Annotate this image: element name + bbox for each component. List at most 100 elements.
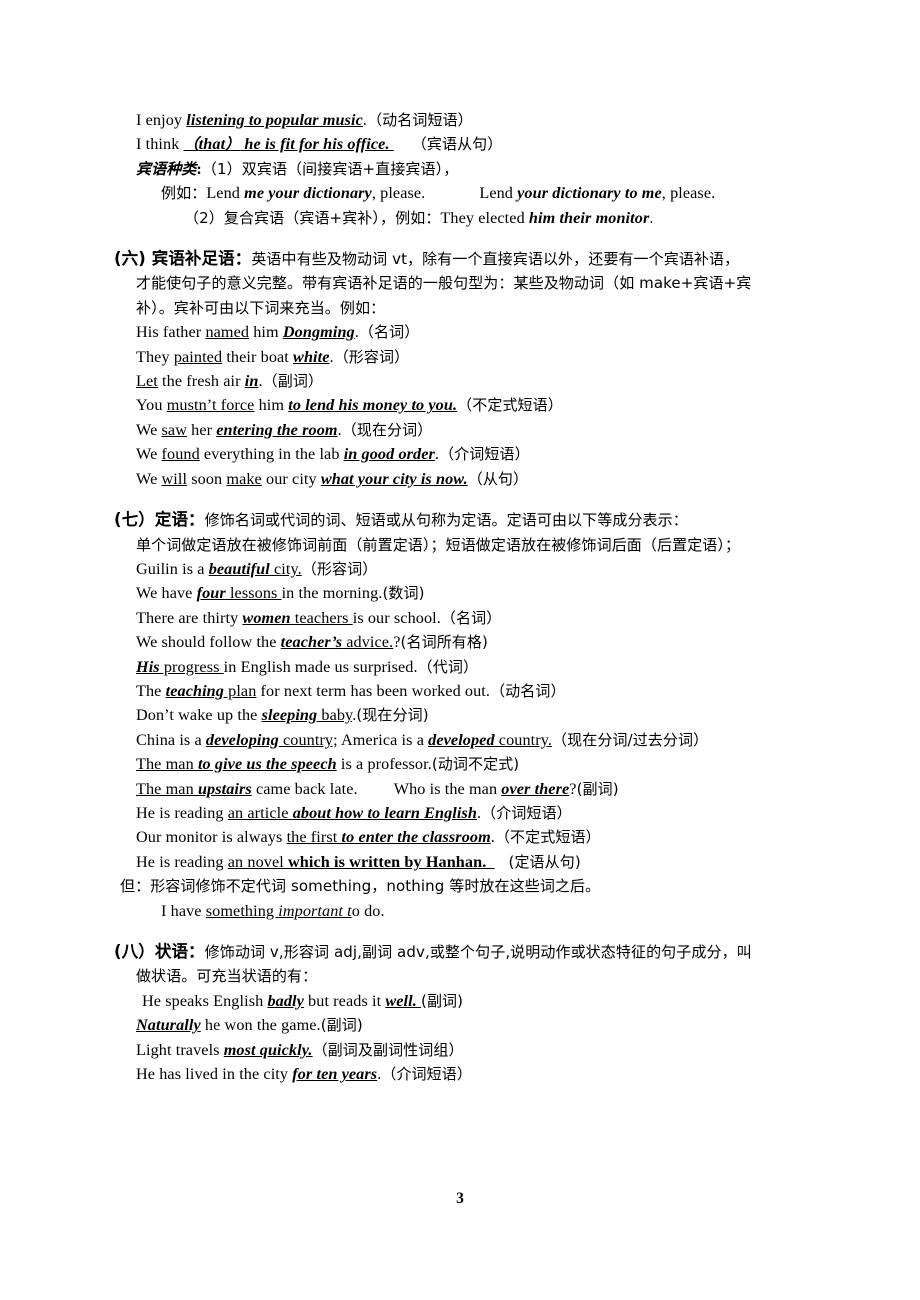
example-line-clause-complement: We will soon make our city what your cit…: [136, 467, 812, 491]
example-emphasis: teaching: [165, 681, 224, 700]
example-note: （现在分词）: [341, 420, 433, 439]
example-emphasis: about how to learn English: [292, 803, 478, 822]
example-note: (副词): [576, 779, 619, 798]
example-emphasis: most quickly.: [223, 1040, 313, 1059]
example-emphasis: in good order: [343, 445, 435, 464]
example-emphasis-1: badly: [267, 991, 304, 1010]
example-prefix: We: [136, 420, 162, 439]
object-types-label: 宾语种类: [136, 159, 197, 178]
example-mid: him: [249, 323, 283, 342]
object-types-example-line: 例如：Lend me your dictionary, please. Lend …: [161, 181, 812, 205]
example-prefix: They elected: [440, 208, 529, 227]
section-seven: (七）定语：修饰名词或代词的词、短语或从句称为定语。定语可由以下等成分表示： 单…: [112, 508, 812, 923]
example-emphasis: in: [244, 372, 259, 391]
example-prefix-1: Lend: [206, 184, 245, 203]
section-seven-note-example-row: I have something important to do.: [161, 899, 812, 923]
example-prefix: China is a: [136, 730, 206, 749]
example-prefix: His father: [136, 323, 206, 342]
example-verb-underline: Let: [136, 372, 158, 391]
example-mid: their boat: [222, 347, 294, 366]
object-types-compound-line: （2）复合宾语（宾语+宾补），例如：They elected him their…: [184, 206, 812, 230]
example-suffix: .: [649, 208, 654, 227]
example-prefix: We should follow the: [136, 633, 281, 652]
example-suffix-1: , please.: [371, 184, 426, 203]
section-seven-body-line-2: 单个词做定语放在被修饰词前面（前置定语）；短语做定语放在被修饰词后面（后置定语）…: [136, 535, 741, 554]
example-note: （副词及副词性词组）: [312, 1040, 464, 1059]
example-suffix: ?: [569, 779, 577, 798]
example-line-adverb-adverbial-1: He speaks English badly but reads it wel…: [142, 989, 812, 1013]
example-emphasis: what your city is now.: [320, 469, 468, 488]
example-emphasis: to enter the classroom: [341, 828, 491, 847]
example-underline-subject: The man: [136, 755, 198, 774]
example-note: (定语从句): [508, 852, 581, 871]
section-eight-heading-paragraph: (八）状语：修饰动词 v,形容词 adj,副词 adv,或整个句子,说明动作或状…: [114, 940, 812, 964]
example-line-adverbial-phrase: Light travels most quickly.（副词及副词性词组）: [136, 1038, 812, 1062]
example-note: (现在分词): [356, 706, 429, 725]
example-mid: came back late.: [251, 779, 358, 798]
example-mid: her: [187, 420, 217, 439]
section-seven-note: 但：形容词修饰不定代词 something，nothing 等时放在这些词之后。: [120, 877, 601, 896]
section-six-body-line-3: 补）。宾补可由以下词来充当。例如：: [136, 298, 386, 317]
example-emphasis-clause: he is fit for his office.: [240, 135, 394, 154]
example-note: （形容词）: [333, 347, 410, 366]
example-line-infinitive-attributive: The man to give us the speech is a profe…: [136, 752, 812, 776]
example-note: （宾语从句）: [411, 135, 503, 154]
example-underline: lessons: [225, 584, 282, 603]
trailing-underline: [491, 850, 509, 874]
example-emphasis: listening to popular music: [186, 111, 363, 129]
section-eight-body-line-2: 做状语。可充当状语的有：: [136, 967, 318, 986]
example-underline: the first: [286, 828, 342, 847]
example-emphasis-that: that: [198, 135, 226, 154]
section-six-heading-paragraph: (六) 宾语补足语：英语中有些及物动词 vt，除有一个直接宾语以外，还要有一个宾…: [114, 247, 812, 271]
section-six: (六) 宾语补足语：英语中有些及物动词 vt，除有一个直接宾语以外，还要有一个宾…: [112, 247, 812, 491]
example-note: (数词): [382, 584, 425, 603]
example-line-noun-attributive: There are thirty women teachers is our s…: [136, 606, 812, 630]
example-mid-2: our city: [261, 469, 321, 488]
example-verb-underline-2: make: [226, 469, 262, 488]
example-suffix-2: , please.: [661, 184, 716, 203]
example-emphasis: teacher’s: [280, 633, 343, 652]
page-content: I enjoy listening to popular music. （动名词短…: [112, 108, 812, 1086]
object-examples-block: I enjoy listening to popular music. （动名词短…: [112, 108, 812, 230]
example-prefix: Don’t wake up the: [136, 706, 262, 725]
object-types-text: （1）双宾语（间接宾语+直接宾语），: [201, 159, 459, 178]
example-line-infinitive-phrase-attributive: Our monitor is always the first to enter…: [136, 825, 812, 849]
example-line-prepositional-adverbial: He has lived in the city for ten years.（…: [136, 1062, 812, 1086]
example-mid: everything in the lab: [199, 445, 344, 464]
example-underline-subject: The man: [136, 779, 198, 798]
example-suffix: in the morning.: [281, 584, 383, 603]
example-note: （动名词）: [490, 681, 566, 700]
example-underline: baby: [317, 706, 353, 725]
example-line-adjective-attributive: Guilin is a beautiful city.（形容词）: [136, 557, 812, 581]
section-eight-body-line-1: 修饰动词 v,形容词 adj,副词 adv,或整个句子,说明动作或状态特征的句子…: [204, 943, 752, 961]
example-emphasis: women: [242, 608, 291, 627]
example-underline: an article: [227, 803, 293, 822]
example-underline: city.: [269, 559, 302, 578]
example-note: （动名词短语）: [367, 111, 473, 129]
example-underline: advice.: [342, 633, 394, 652]
example-emphasis: which is written by Hanhan.: [288, 852, 491, 871]
example-line-possessive-attributive: We should follow the teacher’s advice.?(…: [136, 630, 812, 654]
example-verb-underline: found: [161, 445, 200, 464]
example-line-pronoun-attributive: His progress in English made us surprise…: [136, 655, 812, 679]
example-note: （代词）: [417, 657, 479, 676]
example-prefix: The: [136, 681, 166, 700]
example-note: (副词): [320, 1016, 363, 1035]
example-line-attributive-clause: He is reading an novel which is written …: [136, 850, 812, 874]
example-emphasis-2: your dictionary to me: [517, 184, 662, 203]
object-types-line: 宾语种类:（1）双宾语（间接宾语+直接宾语），: [136, 157, 812, 181]
example-emphasis-1: me your dictionary: [244, 184, 372, 203]
example-mid: the fresh air: [157, 372, 245, 391]
example-verb-underline: painted: [173, 347, 223, 366]
example-line-gerund-attributive: The teaching plan for next term has been…: [136, 679, 812, 703]
example-right-paren: ）: [225, 135, 241, 154]
example-left-paren: （: [183, 135, 199, 154]
example-line-prepositional-complement: We found everything in the lab in good o…: [136, 442, 812, 466]
example-note: （副词）: [262, 372, 324, 391]
section-eight-body-line-2-row: 做状语。可充当状语的有：: [136, 964, 812, 988]
section-six-body-line-1: 英语中有些及物动词 vt，除有一个直接宾语以外，还要有一个宾语补语，: [251, 250, 740, 269]
section-seven-body-line-1: 修饰名词或代词的词、短语或从句称为定语。定语可由以下等成分表示：: [204, 511, 688, 530]
compound-object-text: （2）复合宾语（宾语+宾补），例如：: [184, 208, 441, 227]
